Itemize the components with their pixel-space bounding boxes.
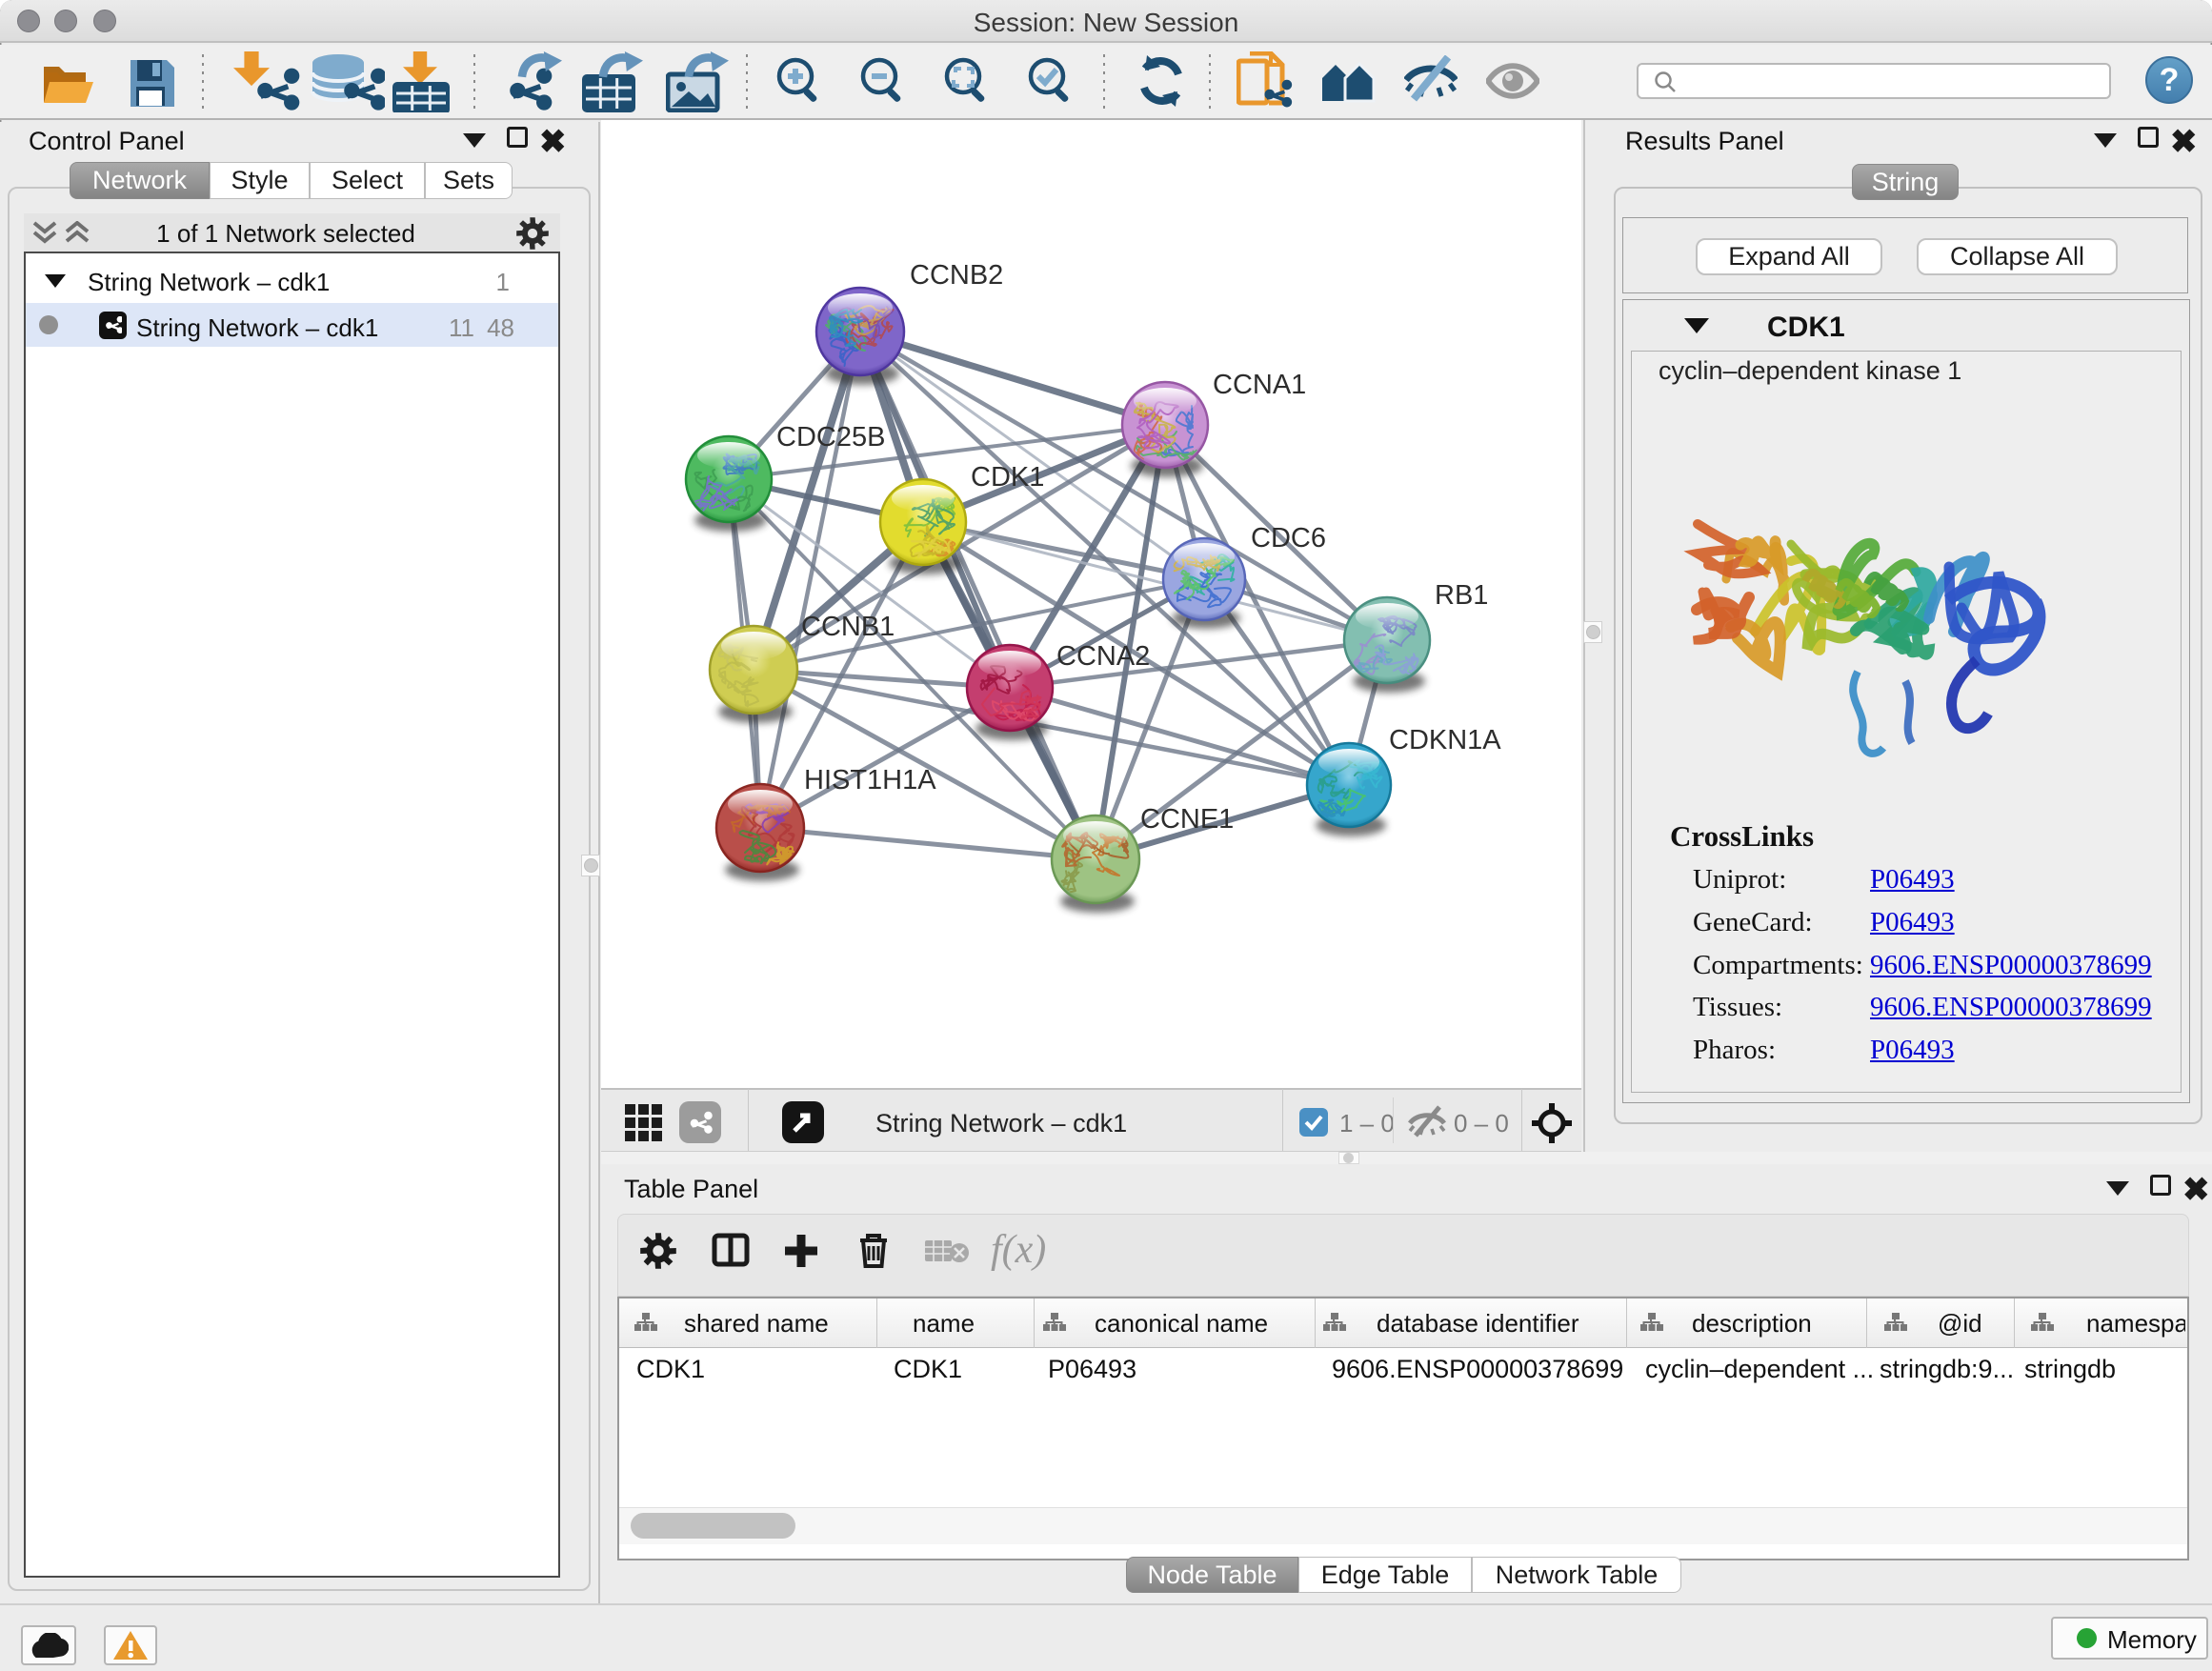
svg-text:CDC6: CDC6	[1251, 523, 1326, 554]
svg-text:RB1: RB1	[1435, 580, 1488, 611]
svg-text:HIST1H1A: HIST1H1A	[804, 765, 936, 795]
svg-text:CCNA2: CCNA2	[1056, 641, 1150, 672]
svg-text:CCNB1: CCNB1	[801, 612, 895, 642]
svg-text:CDKN1A: CDKN1A	[1389, 725, 1501, 755]
svg-text:CDK1: CDK1	[971, 462, 1044, 493]
svg-text:CDC25B: CDC25B	[776, 422, 885, 453]
svg-text:CCNA1: CCNA1	[1213, 370, 1306, 400]
svg-text:CCNB2: CCNB2	[910, 260, 1003, 291]
svg-text:CCNE1: CCNE1	[1140, 804, 1234, 835]
